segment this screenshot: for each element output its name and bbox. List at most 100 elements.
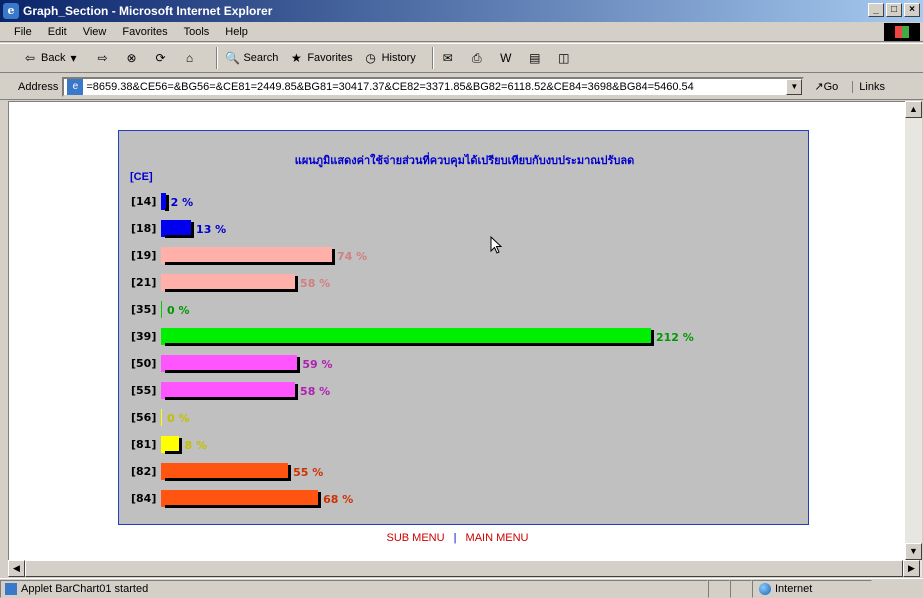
menu-tools[interactable]: Tools (184, 26, 210, 38)
bar-category-label: [39] (131, 330, 157, 343)
bar-shadow-tick (191, 222, 195, 238)
status-cell (730, 579, 752, 598)
footer-separator: | (453, 532, 457, 544)
menu-file[interactable]: File (14, 26, 32, 38)
back-button[interactable]: ⇦ Back ▾ (22, 50, 84, 66)
scroll-left-icon[interactable]: ◀ (8, 560, 25, 577)
ie-logo-icon: e (3, 3, 19, 19)
messenger-button[interactable]: ◫ (556, 50, 575, 66)
bar-shadow-line (165, 289, 299, 292)
horizontal-scrollbar[interactable]: ◀ ▶ (8, 560, 922, 577)
bar-value-label: 8 % (184, 439, 207, 452)
status-message: Applet BarChart01 started (0, 579, 708, 598)
address-dropdown-icon[interactable]: ▼ (786, 78, 803, 95)
bar-category-label: [84] (131, 492, 157, 505)
chart-title: แผนภูมิแสดงค่าใช้จ่ายส่วนที่ควบคุมได้เปร… (294, 154, 635, 167)
bar-value-label: 58 % (300, 277, 331, 290)
bar-value-label: 212 % (656, 331, 694, 344)
close-button[interactable]: × (904, 3, 920, 17)
bar-category-label: [82] (131, 465, 157, 478)
bar-value-label: 0 % (167, 304, 190, 317)
scroll-right-icon[interactable]: ▶ (903, 560, 920, 577)
chart-axis-title: [CE] (130, 171, 153, 183)
bar-shadow-line (165, 235, 195, 238)
maximize-button[interactable]: □ (886, 3, 902, 17)
menu-favorites[interactable]: Favorites (122, 26, 167, 38)
windows-flag-icon (884, 23, 920, 41)
standard-toolbar: ⇦ Back ▾ ⇨ ⊗ ⟳ ⌂ 🔍 Search ★ Favorites ◷ … (0, 43, 923, 73)
chevron-down-icon: ▾ (70, 51, 77, 65)
links-button[interactable]: Links (852, 80, 885, 93)
print-button[interactable]: ⎙ (469, 50, 488, 66)
horizontal-scroll-thumb[interactable] (25, 560, 903, 577)
bar-shadow-tick (288, 465, 292, 481)
bar-chart-applet: แผนภูมิแสดงค่าใช้จ่ายส่วนที่ควบคุมได้เปร… (118, 130, 809, 525)
bar-shadow-line (165, 262, 336, 265)
menu-bar: File Edit View Favorites Tools Help (0, 22, 923, 42)
go-arrow-icon: ↗ (814, 81, 824, 93)
bar-shadow-tick (332, 249, 336, 265)
stop-icon: ⊗ (126, 51, 137, 65)
search-button[interactable]: 🔍 Search (224, 50, 278, 66)
menu-edit[interactable]: Edit (48, 26, 67, 38)
page-icon: e (67, 78, 84, 95)
address-input[interactable]: e =8659.38&CE56=&BG56=&CE81=2449.85&BG81… (62, 76, 805, 97)
sub-menu-link[interactable]: SUB MENU (387, 532, 445, 544)
stop-button[interactable]: ⊗ (123, 50, 142, 66)
mouse-cursor-icon (490, 236, 503, 254)
menu-help[interactable]: Help (225, 26, 248, 38)
home-button[interactable]: ⌂ (181, 50, 200, 66)
status-bar: Applet BarChart01 started Internet (0, 578, 923, 598)
bar-value-label: 68 % (323, 493, 354, 506)
status-cell (708, 579, 730, 598)
bar-shadow-tick (295, 384, 299, 400)
bar-category-label: [56] (131, 411, 157, 424)
bar-value-label: 2 % (170, 196, 194, 209)
vertical-scrollbar[interactable]: ▲ ▼ (905, 101, 922, 560)
refresh-button[interactable]: ⟳ (152, 50, 171, 66)
bar-shadow-tick (651, 330, 654, 346)
back-arrow-icon: ⇦ (24, 51, 36, 65)
bar-category-label: [50] (131, 357, 157, 370)
bar-value-label: 0 % (167, 412, 190, 425)
bar-category-label: [35] (131, 303, 157, 316)
history-button[interactable]: ◷ History (363, 50, 415, 66)
address-url: =8659.38&CE56=&BG56=&CE81=2449.85&BG81=3… (86, 80, 694, 93)
print-icon: ⎙ (472, 51, 482, 65)
minimize-button[interactable]: _ (868, 3, 884, 17)
main-menu-link[interactable]: MAIN MENU (466, 532, 529, 544)
browser-window: e Graph_Section - Microsoft Internet Exp… (0, 0, 923, 598)
bar-category-label: [21] (131, 276, 157, 289)
bar-mark (161, 409, 162, 426)
bar-category-label: [55] (131, 384, 157, 397)
forward-button[interactable]: ⇨ (94, 50, 113, 66)
favorites-button[interactable]: ★ Favorites (288, 50, 353, 66)
bar-shadow-tick (179, 438, 183, 454)
bar-shadow-line (165, 505, 322, 508)
word-icon: W (500, 51, 512, 65)
history-icon: ◷ (365, 51, 376, 65)
discuss-button[interactable]: ▤ (527, 50, 546, 66)
menu-view[interactable]: View (83, 26, 107, 38)
bar-value-label: 58 % (300, 385, 331, 398)
scroll-down-icon[interactable]: ▼ (905, 543, 922, 560)
title-bar: e Graph_Section - Microsoft Internet Exp… (0, 0, 923, 22)
toolbar-separator (216, 47, 219, 69)
refresh-icon: ⟳ (155, 51, 166, 65)
bar-mark (161, 301, 162, 318)
window-title: Graph_Section - Microsoft Internet Explo… (23, 4, 273, 18)
bar-shadow-line (165, 343, 654, 346)
bar-category-label: [18] (131, 222, 157, 235)
bar-value-label: 13 % (196, 223, 227, 236)
bar-shadow-line (165, 370, 301, 373)
go-button[interactable]: ↗ Go (814, 80, 838, 94)
mail-button[interactable]: ✉ (440, 50, 459, 66)
bar-shadow-tick (295, 276, 299, 292)
forward-arrow-icon: ⇨ (97, 51, 108, 65)
bar-shadow-line (165, 478, 292, 481)
scroll-up-icon[interactable]: ▲ (905, 101, 922, 118)
address-label: Address (18, 80, 59, 93)
page-status-icon (5, 582, 17, 595)
edit-button[interactable]: W (498, 50, 517, 66)
bar-value-label: 74 % (337, 250, 368, 263)
